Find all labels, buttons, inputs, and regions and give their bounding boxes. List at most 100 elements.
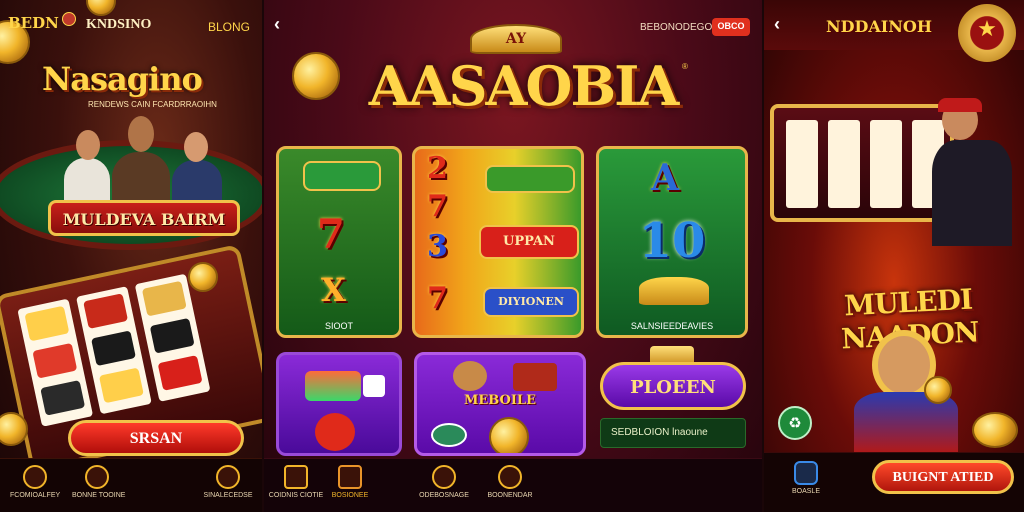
bonus-caption-bar: SEDBLOION lnaoune [600, 418, 746, 448]
flask-icon [794, 461, 818, 485]
nav-label: COIDNIS CIOTIE [268, 492, 324, 499]
reel-badge-label: UPPAN [503, 234, 555, 249]
bonus-badge-label: PLOEEN [630, 377, 716, 398]
game-tile-slots[interactable]: 7 X SIOOT [276, 146, 402, 338]
gold-pile-icon [639, 277, 709, 305]
game-badge: MEBOILE [464, 393, 536, 408]
chest-icon [513, 363, 557, 391]
host-body [932, 140, 1012, 246]
slot-reel [870, 120, 902, 208]
slot-symbol [24, 305, 70, 342]
gold-coin-icon [924, 376, 952, 404]
slot-symbol [91, 330, 136, 367]
reel-badge-label: DIYIONEN [498, 295, 564, 308]
dice-icon [363, 375, 385, 397]
tile-label: SIOOT [324, 321, 353, 331]
game-tile-promo[interactable]: A 10 SALNSIEEDEAVIES [596, 146, 748, 338]
game-tile-reels[interactable]: 2 7 3 7 UPPAN DIYIONEN [412, 146, 584, 338]
gold-coin-icon [188, 262, 218, 292]
nav-item-profile[interactable]: BOONENDAR [482, 465, 538, 499]
lucky-seven-icon: 7 [427, 189, 448, 224]
nav-label: SINALECEDSE [203, 492, 253, 499]
reel-badge-mid: UPPAN [479, 225, 579, 259]
gold-coin-icon [0, 412, 28, 446]
crown-text: AY [505, 31, 527, 47]
lucky-seven-icon: 2 [427, 151, 448, 186]
share-button[interactable]: ♻ [778, 406, 812, 440]
search-icon [432, 465, 456, 489]
letter-a-icon: A [651, 157, 679, 199]
nav-label: BOSIONEE [331, 492, 369, 499]
casino-lobby-screen: BEDN KNDSINO BLONG Nasagino RENDEWS CAIN… [0, 0, 262, 512]
blog-link[interactable]: BLONG [208, 20, 250, 34]
bonus-badge[interactable]: PLOEEN [600, 362, 746, 410]
spin-button[interactable]: SRSAN [68, 420, 244, 456]
dealer-avatar [64, 158, 110, 206]
profile-icon [498, 465, 522, 489]
promo-detail-screen: ‹ NDDAINOH ★ MULEDI NAADON ♻ BOASLE [764, 0, 1024, 512]
slot-machine[interactable] [770, 104, 954, 222]
reel-badge-bottom: DIYIONEN [483, 287, 579, 317]
star-emblem[interactable]: ★ [958, 4, 1016, 62]
nav-item-search[interactable]: ODEBOSNAGE [416, 465, 472, 499]
nav-label: FCOMIOALFEY [10, 492, 61, 499]
slot-reel [828, 120, 860, 208]
big-number: 10 [638, 213, 706, 269]
dealer-head [128, 116, 154, 152]
nav-label: BOONENDAR [487, 492, 533, 499]
slot-symbol [40, 380, 86, 416]
lucky-seven-icon: 7 [427, 281, 448, 316]
nav-item-chat[interactable]: COIDNIS CIOTIE [268, 465, 324, 499]
promo-banner[interactable]: MULDEVA BAIRM [48, 200, 240, 236]
lucky-seven-icon: 3 [427, 229, 448, 264]
bonus-caption: SEDBLOION lnaoune [611, 427, 708, 438]
chips-icon [431, 423, 467, 447]
wallet-icon [216, 465, 240, 489]
slot-badge-icon [303, 161, 381, 191]
cta-button-label: BUIGNT ATIED [892, 470, 994, 485]
top-action-button[interactable]: OBCO [712, 18, 750, 36]
bottom-nav: COIDNIS CIOTIE BOSIONEE ODEBOSNAGE BOONE… [264, 458, 762, 512]
home-icon [23, 465, 47, 489]
x-symbol-icon: X [321, 271, 346, 309]
gift-icon [85, 465, 109, 489]
brand-name: NDDAINOH [826, 17, 932, 36]
page-title: AASAOBIA [368, 54, 680, 118]
app-screens: BEDN KNDSINO BLONG Nasagino RENDEWS CAIN… [0, 0, 1024, 512]
cta-button[interactable]: BUIGNT ATIED [872, 460, 1014, 494]
hero-subtitle: RENDEWS CAIN FCARDRRAOIHN [88, 100, 217, 109]
back-arrow-icon[interactable]: ‹ [774, 14, 780, 35]
tile-label: SALNSIEEDEAVIES [630, 321, 714, 331]
game-tile-dice[interactable] [276, 352, 402, 456]
back-arrow-icon[interactable]: ‹ [274, 14, 280, 35]
fruit-icon [315, 413, 355, 451]
crown-emblem: AY [470, 24, 562, 54]
slot-symbol [141, 280, 187, 317]
slot-symbol [157, 355, 203, 391]
nav-item-bonus[interactable]: BOSIONEE [330, 465, 370, 499]
registered-icon: ® [682, 62, 688, 71]
nav-item-wallet[interactable]: SINALECEDSE [202, 465, 254, 499]
heart-badge-icon [62, 12, 76, 26]
promo-banner-label: MULDEVA BAIRM [62, 210, 226, 229]
nav-label: BOASLE [791, 488, 820, 495]
game-tile-treasure[interactable]: MEBOILE [414, 352, 586, 456]
hero-title: Nasagino [42, 60, 203, 98]
gold-coin-icon [489, 417, 529, 453]
nav-item-home[interactable]: FCOMIOALFEY [10, 465, 60, 499]
host-hat [938, 98, 982, 112]
game-catalog-screen: ‹ BEBONODEGOES OBCO AY AASAOBIA ® 7 X SI… [264, 0, 762, 512]
dealer-head [76, 130, 100, 160]
mascot-icon [453, 361, 487, 391]
brand-name: KNDSINO [86, 17, 152, 32]
star-icon: ★ [977, 17, 997, 42]
chat-icon [284, 465, 308, 489]
slot-symbol [98, 367, 144, 404]
gold-coin-icon [292, 52, 340, 100]
slot-symbol [32, 342, 78, 379]
app-logo[interactable]: BEDN [8, 14, 59, 32]
lucky-seven-icon: 7 [317, 211, 345, 258]
gift-icon [338, 465, 362, 489]
nav-item-bonus[interactable]: BONNE TOOINE [72, 465, 125, 499]
nav-item-battle[interactable]: BOASLE [784, 461, 828, 495]
